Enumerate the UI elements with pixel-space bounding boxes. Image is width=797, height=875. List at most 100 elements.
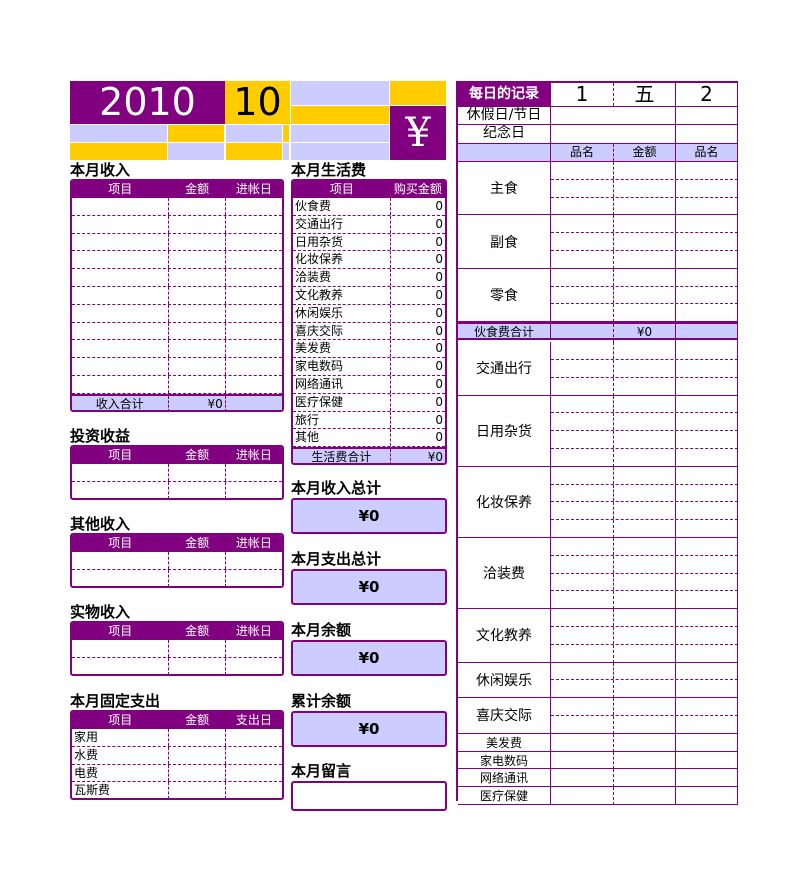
- amount-cell[interactable]: [614, 233, 676, 250]
- item-name-cell[interactable]: [676, 448, 738, 467]
- item-name-cell[interactable]: [676, 591, 738, 610]
- date-cell[interactable]: [226, 640, 282, 657]
- item-name-cell[interactable]: [551, 555, 614, 573]
- item-name-cell[interactable]: [676, 377, 738, 396]
- item-cell[interactable]: [72, 376, 169, 393]
- item-cell[interactable]: [72, 552, 169, 569]
- amount-cell[interactable]: [614, 413, 676, 431]
- date-cell[interactable]: [226, 358, 282, 375]
- date-cell[interactable]: [226, 340, 282, 357]
- item-name-cell[interactable]: [676, 395, 738, 413]
- item-name-cell[interactable]: [676, 268, 738, 286]
- amount-cell[interactable]: [169, 746, 226, 764]
- item-name-cell[interactable]: [551, 733, 614, 752]
- item-name-cell[interactable]: [551, 787, 614, 805]
- item-name-cell[interactable]: [676, 233, 738, 250]
- item-name-cell[interactable]: [676, 680, 738, 699]
- date-cell[interactable]: [226, 234, 282, 251]
- item-cell[interactable]: [72, 251, 169, 269]
- item-cell[interactable]: [72, 198, 169, 215]
- amount-cell[interactable]: [169, 569, 226, 586]
- amount-cell[interactable]: [614, 502, 676, 520]
- amount-cell[interactable]: [169, 269, 226, 286]
- amount-cell[interactable]: [169, 340, 226, 358]
- item-name-cell[interactable]: [676, 179, 738, 197]
- item-name-cell[interactable]: [551, 377, 614, 396]
- item-name-cell[interactable]: [551, 448, 614, 467]
- amount-cell[interactable]: [614, 215, 676, 233]
- amount-cell[interactable]: [614, 555, 676, 573]
- item-name-cell[interactable]: [551, 466, 614, 484]
- date-cell[interactable]: [226, 552, 282, 569]
- item-name-cell[interactable]: [551, 304, 614, 323]
- date-cell[interactable]: [226, 765, 282, 782]
- date-cell[interactable]: [226, 729, 282, 746]
- item-name-cell[interactable]: [551, 179, 614, 197]
- amount-cell[interactable]: [614, 520, 676, 538]
- item-name-cell[interactable]: [676, 662, 738, 680]
- item-name-cell[interactable]: [551, 520, 614, 538]
- amount-cell[interactable]: [614, 609, 676, 626]
- item-name-cell[interactable]: [551, 250, 614, 269]
- amount-cell[interactable]: [169, 481, 226, 498]
- anniversary-input[interactable]: [551, 125, 676, 143]
- amount-cell[interactable]: [169, 464, 226, 481]
- item-cell[interactable]: [72, 215, 169, 233]
- amount-cell[interactable]: [614, 359, 676, 377]
- item-name-cell[interactable]: [551, 395, 614, 413]
- item-cell[interactable]: [72, 481, 169, 498]
- item-name-cell[interactable]: [551, 769, 614, 788]
- item-name-cell[interactable]: [551, 698, 614, 715]
- amount-cell[interactable]: [169, 215, 226, 233]
- date-cell[interactable]: [226, 747, 282, 764]
- item-name-cell[interactable]: [676, 286, 738, 304]
- item-name-cell[interactable]: [551, 715, 614, 734]
- amount-cell[interactable]: [169, 552, 226, 569]
- amount-cell[interactable]: [614, 377, 676, 396]
- item-cell[interactable]: 电费: [72, 764, 169, 782]
- amount-cell[interactable]: [614, 769, 676, 788]
- date-cell[interactable]: [226, 287, 282, 304]
- item-name-cell[interactable]: [551, 484, 614, 502]
- item-name-cell[interactable]: [551, 662, 614, 680]
- amount-cell[interactable]: [614, 698, 676, 715]
- amount-cell[interactable]: [614, 662, 676, 680]
- item-name-cell[interactable]: [676, 698, 738, 715]
- item-name-cell[interactable]: [676, 733, 738, 752]
- item-name-cell[interactable]: [551, 431, 614, 448]
- amount-cell[interactable]: [614, 466, 676, 484]
- item-name-cell[interactable]: [676, 751, 738, 770]
- amount-cell[interactable]: [169, 358, 226, 375]
- item-name-cell[interactable]: [676, 769, 738, 788]
- item-name-cell[interactable]: [676, 250, 738, 269]
- date-cell[interactable]: [226, 323, 282, 340]
- amount-cell[interactable]: [614, 162, 676, 179]
- amount-cell[interactable]: [169, 287, 226, 304]
- amount-cell[interactable]: [614, 787, 676, 805]
- item-cell[interactable]: 水费: [72, 746, 169, 764]
- item-cell[interactable]: 瓦斯费: [72, 782, 169, 799]
- item-cell[interactable]: 家用: [72, 729, 169, 746]
- item-name-cell[interactable]: [676, 484, 738, 502]
- item-cell[interactable]: [72, 569, 169, 586]
- item-name-cell[interactable]: [551, 591, 614, 610]
- amount-cell[interactable]: [169, 376, 226, 393]
- item-name-cell[interactable]: [676, 644, 738, 663]
- item-cell[interactable]: [72, 287, 169, 304]
- item-name-cell[interactable]: [676, 162, 738, 179]
- item-name-cell[interactable]: [551, 538, 614, 555]
- memo-input[interactable]: [291, 781, 447, 811]
- amount-cell[interactable]: [614, 250, 676, 269]
- amount-cell[interactable]: [169, 322, 226, 340]
- item-name-cell[interactable]: [551, 680, 614, 699]
- item-name-cell[interactable]: [676, 466, 738, 484]
- date-cell[interactable]: [226, 216, 282, 233]
- item-cell[interactable]: [72, 269, 169, 286]
- item-name-cell[interactable]: [676, 520, 738, 538]
- amount-cell[interactable]: [169, 657, 226, 674]
- item-name-cell[interactable]: [676, 573, 738, 591]
- item-name-cell[interactable]: [676, 502, 738, 520]
- amount-cell[interactable]: [614, 179, 676, 197]
- amount-cell[interactable]: [614, 626, 676, 644]
- item-cell[interactable]: [72, 322, 169, 340]
